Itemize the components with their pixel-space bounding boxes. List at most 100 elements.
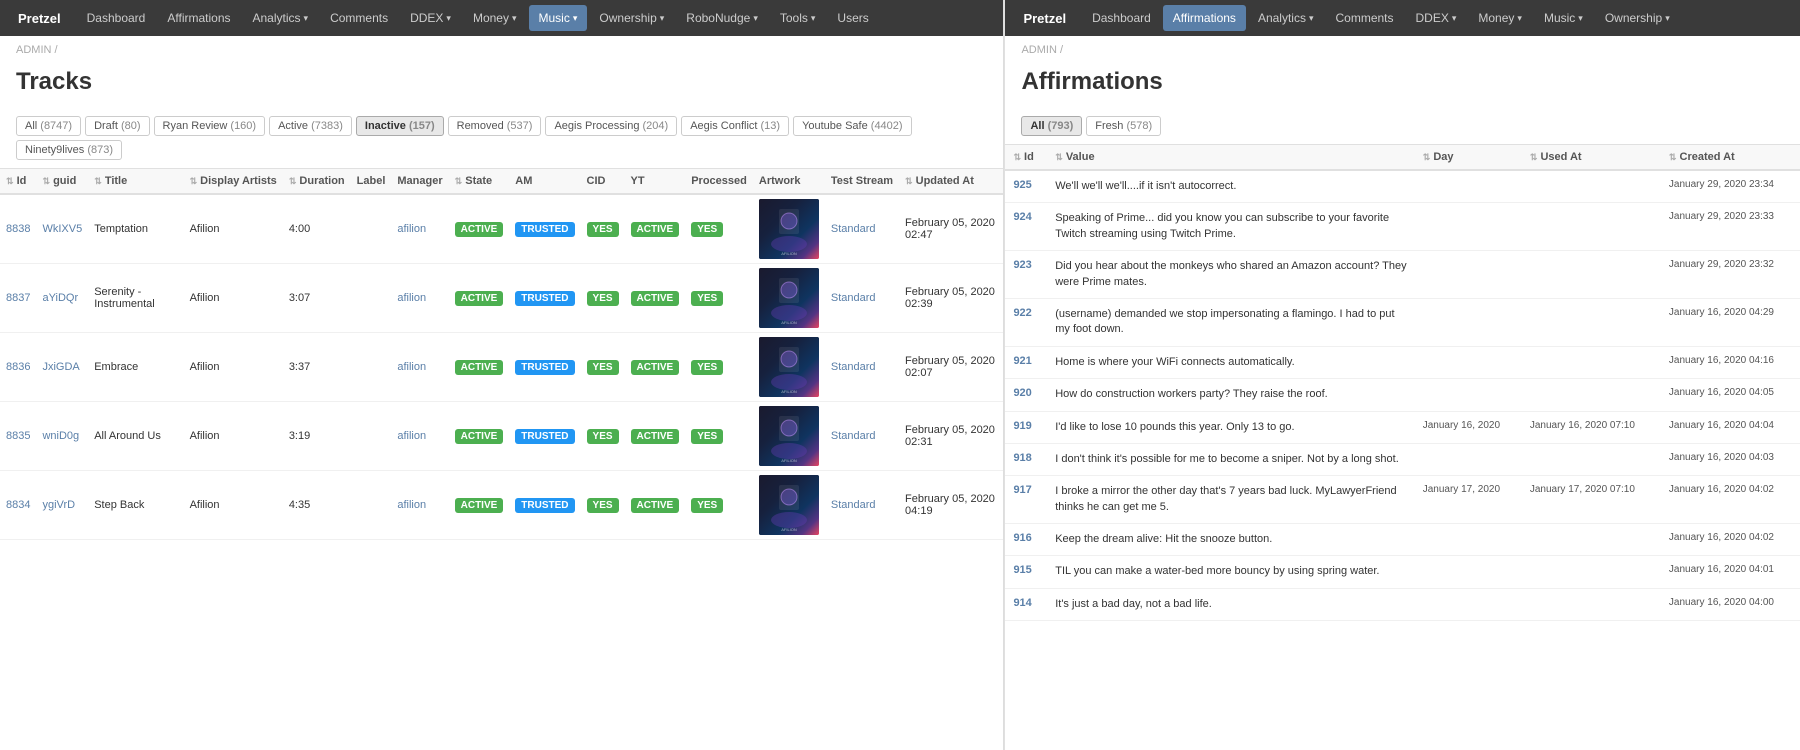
col-guid[interactable]: ⇅ guid xyxy=(36,169,88,195)
filter-ryan-review[interactable]: Ryan Review (160) xyxy=(154,116,266,136)
right-nav-analytics[interactable]: Analytics ▾ xyxy=(1248,5,1324,31)
right-nav-dashboard[interactable]: Dashboard xyxy=(1082,5,1161,31)
filter-draft[interactable]: Draft (80) xyxy=(85,116,149,136)
col-display-artists[interactable]: ⇅ Display Artists xyxy=(184,169,283,195)
track-manager-link[interactable]: afilion xyxy=(397,292,426,304)
col-yt[interactable]: YT xyxy=(625,169,686,195)
filter-aegis-conflict[interactable]: Aegis Conflict (13) xyxy=(681,116,789,136)
aff-id-link[interactable]: 914 xyxy=(1013,597,1031,609)
aff-id: 922 xyxy=(1005,298,1047,346)
nav-money[interactable]: Money ▾ xyxy=(463,5,527,31)
right-nav-music[interactable]: Music ▾ xyxy=(1534,5,1593,31)
nav-tools[interactable]: Tools ▾ xyxy=(770,5,826,31)
aff-id-link[interactable]: 925 xyxy=(1013,179,1031,191)
right-nav-comments[interactable]: Comments xyxy=(1326,5,1404,31)
track-cid: YES xyxy=(581,333,625,402)
col-manager[interactable]: Manager xyxy=(391,169,448,195)
processed-badge: YES xyxy=(691,222,723,237)
track-guid-link[interactable]: aYiDQr xyxy=(42,292,78,304)
aff-day xyxy=(1415,203,1522,251)
col-id[interactable]: ⇅ Id xyxy=(0,169,36,195)
r-music-arrow: ▾ xyxy=(1578,13,1583,24)
track-manager-link[interactable]: afilion xyxy=(397,223,426,235)
track-guid-link[interactable]: JxiGDA xyxy=(42,361,79,373)
aff-used-at: January 16, 2020 07:10 xyxy=(1522,411,1661,443)
aff-id-link[interactable]: 920 xyxy=(1013,387,1031,399)
aff-col-id[interactable]: ⇅ Id xyxy=(1005,145,1047,171)
nav-ownership[interactable]: Ownership ▾ xyxy=(589,5,674,31)
track-id-link[interactable]: 8834 xyxy=(6,499,30,511)
right-nav-money[interactable]: Money ▾ xyxy=(1468,5,1532,31)
nav-music[interactable]: Music ▾ xyxy=(529,5,588,31)
test-stream-link[interactable]: Standard xyxy=(831,430,876,442)
test-stream-link[interactable]: Standard xyxy=(831,361,876,373)
filter-inactive[interactable]: Inactive (157) xyxy=(356,116,444,136)
col-label[interactable]: Label xyxy=(351,169,392,195)
aff-id-link[interactable]: 921 xyxy=(1013,355,1031,367)
filter-all[interactable]: All (8747) xyxy=(16,116,81,136)
track-manager-link[interactable]: afilion xyxy=(397,430,426,442)
aff-id-link[interactable]: 923 xyxy=(1013,259,1031,271)
col-processed[interactable]: Processed xyxy=(685,169,753,195)
state-badge: ACTIVE xyxy=(455,360,504,375)
track-id-link[interactable]: 8838 xyxy=(6,223,30,235)
aff-id-link[interactable]: 917 xyxy=(1013,484,1031,496)
col-state[interactable]: ⇅ State xyxy=(449,169,510,195)
track-id-link[interactable]: 8837 xyxy=(6,292,30,304)
nav-users[interactable]: Users xyxy=(827,5,878,31)
right-nav-affirmations[interactable]: Affirmations xyxy=(1163,5,1246,31)
nav-dashboard[interactable]: Dashboard xyxy=(77,5,156,31)
aff-id-link[interactable]: 919 xyxy=(1013,420,1031,432)
aff-id-link[interactable]: 918 xyxy=(1013,452,1031,464)
track-id-link[interactable]: 8835 xyxy=(6,430,30,442)
artwork-image: AFILION xyxy=(759,406,819,466)
col-am[interactable]: AM xyxy=(509,169,580,195)
filter-aegis-processing[interactable]: Aegis Processing (204) xyxy=(545,116,677,136)
state-badge: ACTIVE xyxy=(455,222,504,237)
track-guid-link[interactable]: WkIXV5 xyxy=(42,223,82,235)
aff-id-link[interactable]: 916 xyxy=(1013,532,1031,544)
nav-comments[interactable]: Comments xyxy=(320,5,398,31)
filter-active[interactable]: Active (7383) xyxy=(269,116,352,136)
filter-youtube-safe[interactable]: Youtube Safe (4402) xyxy=(793,116,912,136)
test-stream-link[interactable]: Standard xyxy=(831,223,876,235)
aff-id-link[interactable]: 922 xyxy=(1013,307,1031,319)
artwork-image: AFILION xyxy=(759,199,819,259)
aff-id: 915 xyxy=(1005,556,1047,588)
aff-filter-fresh[interactable]: Fresh (578) xyxy=(1086,116,1161,136)
col-artwork[interactable]: Artwork xyxy=(753,169,825,195)
aff-col-used-at[interactable]: ⇅ Used At xyxy=(1522,145,1661,171)
col-cid[interactable]: CID xyxy=(581,169,625,195)
right-nav-ddex[interactable]: DDEX ▾ xyxy=(1406,5,1467,31)
nav-affirmations[interactable]: Affirmations xyxy=(157,5,240,31)
filter-removed[interactable]: Removed (537) xyxy=(448,116,542,136)
track-guid-link[interactable]: ygiVrD xyxy=(42,499,75,511)
col-title[interactable]: ⇅ Title xyxy=(88,169,183,195)
track-manager-link[interactable]: afilion xyxy=(397,361,426,373)
track-id-link[interactable]: 8836 xyxy=(6,361,30,373)
col-test-stream[interactable]: Test Stream xyxy=(825,169,899,195)
nav-analytics[interactable]: Analytics ▾ xyxy=(243,5,319,31)
aff-used-at xyxy=(1522,556,1661,588)
filter-ninety9lives[interactable]: Ninety9lives (873) xyxy=(16,140,122,160)
right-nav-ownership[interactable]: Ownership ▾ xyxy=(1595,5,1680,31)
list-item: 924 Speaking of Prime... did you know yo… xyxy=(1005,203,1800,251)
track-manager-link[interactable]: afilion xyxy=(397,499,426,511)
aff-id-link[interactable]: 915 xyxy=(1013,564,1031,576)
left-brand: Pretzel xyxy=(8,11,71,26)
aff-id-link[interactable]: 924 xyxy=(1013,211,1031,223)
nav-ddex[interactable]: DDEX ▾ xyxy=(400,5,461,31)
track-artist: Afilion xyxy=(184,333,283,402)
aff-col-day[interactable]: ⇅ Day xyxy=(1415,145,1522,171)
col-updated-at[interactable]: ⇅ Updated At xyxy=(899,169,1003,195)
aff-used-at: January 17, 2020 07:10 xyxy=(1522,476,1661,524)
processed-badge: YES xyxy=(691,291,723,306)
col-duration[interactable]: ⇅ Duration xyxy=(283,169,351,195)
nav-robonudge[interactable]: RoboNudge ▾ xyxy=(676,5,768,31)
test-stream-link[interactable]: Standard xyxy=(831,292,876,304)
aff-filter-all[interactable]: All (793) xyxy=(1021,116,1082,136)
aff-col-created-at[interactable]: ⇅ Created At xyxy=(1661,145,1800,171)
track-guid-link[interactable]: wniD0g xyxy=(42,430,79,442)
aff-col-value[interactable]: ⇅ Value xyxy=(1047,145,1415,171)
test-stream-link[interactable]: Standard xyxy=(831,499,876,511)
